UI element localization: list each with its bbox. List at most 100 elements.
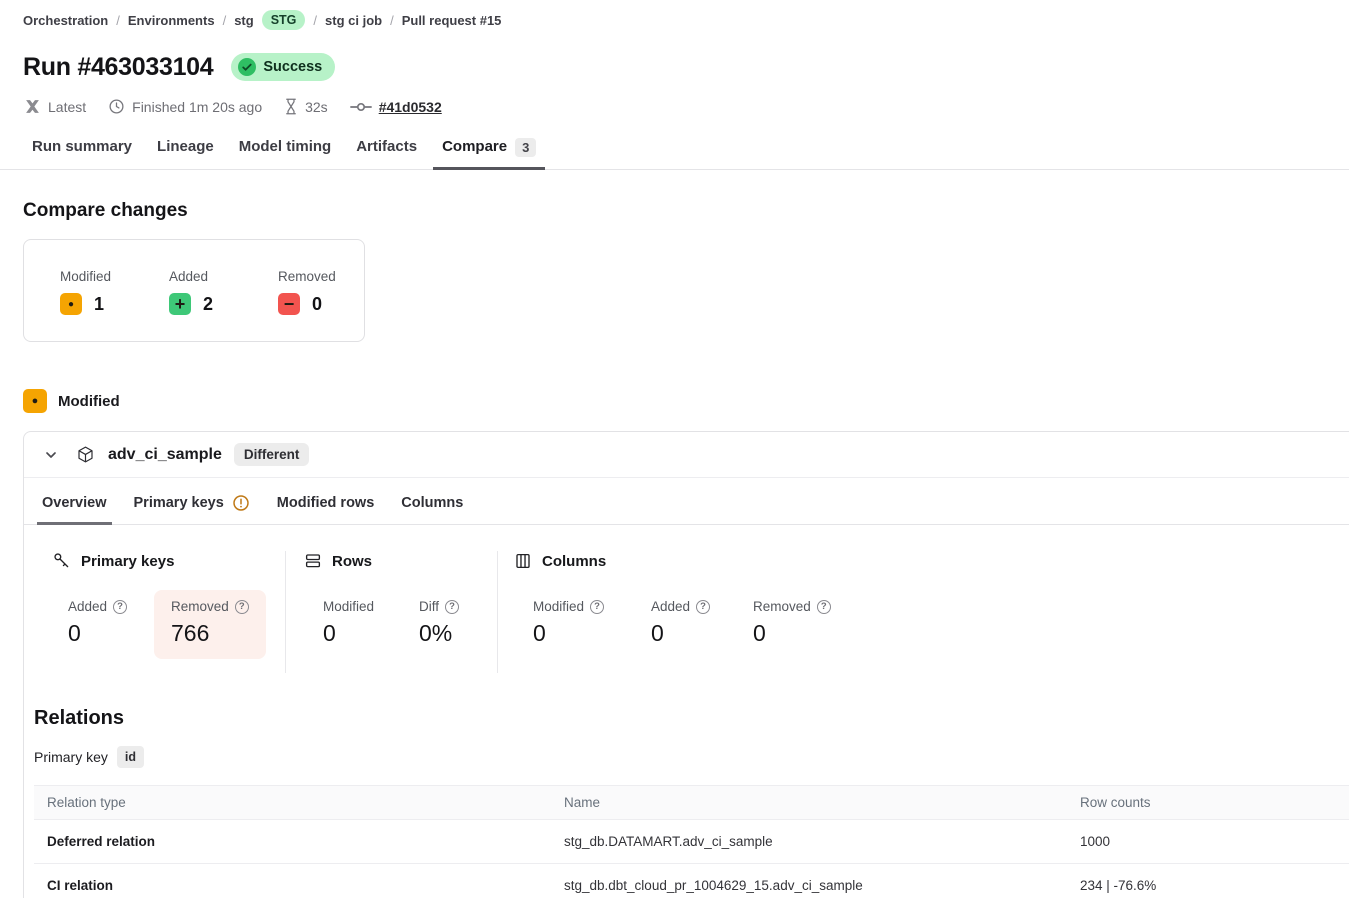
stat-value: 766	[171, 620, 210, 646]
breadcrumb-separator: /	[313, 12, 318, 28]
tab-label: Overview	[42, 495, 107, 511]
help-icon[interactable]: ?	[696, 599, 711, 614]
tab-lineage[interactable]: Lineage	[148, 137, 223, 169]
breadcrumb-job[interactable]: stg ci job	[325, 13, 382, 28]
stat-group-title: Primary keys	[81, 552, 175, 570]
tab-modified-rows[interactable]: Modified rows	[272, 493, 379, 524]
primary-key-badge: id	[116, 746, 145, 768]
changes-summary-card: Modified ● 1 Added + 2 Removed − 0	[23, 239, 365, 342]
breadcrumb-orchestration[interactable]: Orchestration	[23, 13, 108, 28]
dbt-latest-icon	[26, 100, 39, 113]
commit-link[interactable]: #41d0532	[379, 99, 442, 115]
added-count: 2	[203, 293, 214, 314]
relation-name-cell: stg_db.DATAMART.adv_ci_sample	[551, 819, 1067, 864]
tab-run-summary[interactable]: Run summary	[23, 137, 141, 169]
stat-value: 0	[68, 620, 81, 646]
clock-icon	[109, 99, 124, 114]
model-tabs: Overview Primary keys Modified rows Colu…	[24, 478, 1349, 525]
model-panel: adv_ci_sample Different Overview Primary…	[23, 431, 1349, 898]
page-title: Run #463033104	[23, 52, 214, 81]
modified-label: Modified	[60, 269, 112, 284]
environment-badge: STG	[261, 10, 306, 30]
warning-icon	[233, 495, 249, 511]
rows-diff-stat: Diff ? 0%	[419, 591, 460, 655]
rows-icon	[305, 554, 321, 568]
tab-label: Columns	[401, 495, 464, 511]
modified-summary: Modified ● 1	[60, 269, 146, 341]
relation-name-cell: stg_db.dbt_cloud_pr_1004629_15.adv_ci_sa…	[551, 863, 1067, 898]
stat-label: Added	[651, 599, 691, 614]
latest-indicator: Latest	[24, 98, 86, 115]
added-summary: Added + 2	[169, 269, 255, 341]
removed-count: 0	[312, 293, 323, 314]
status-badge: Success	[231, 53, 336, 81]
compare-changes-heading: Compare changes	[23, 200, 188, 221]
overview-stats: Primary keys Added ? 0 Removed ? 766 Row…	[24, 551, 1349, 673]
duration-label: 32s	[305, 98, 328, 115]
duration: 32s	[284, 98, 328, 115]
latest-label: Latest	[48, 98, 87, 115]
tab-compare[interactable]: Compare 3	[433, 137, 546, 170]
row-counts-cell: 1000	[1067, 819, 1349, 864]
modified-section-label: Modified	[58, 392, 120, 410]
stat-value: 0	[753, 620, 766, 646]
removed-label: Removed	[278, 269, 336, 284]
help-icon[interactable]: ?	[590, 599, 605, 614]
tab-model-timing[interactable]: Model timing	[230, 137, 341, 169]
columns-added-stat: Added ? 0	[651, 591, 713, 655]
columns-modified-stat: Modified ? 0	[533, 591, 611, 655]
compare-count-badge: 3	[515, 137, 537, 157]
help-icon[interactable]: ?	[113, 599, 128, 614]
breadcrumb-environments[interactable]: Environments	[128, 13, 215, 28]
breadcrumb-pull-request[interactable]: Pull request #15	[402, 13, 502, 28]
tab-label: Lineage	[157, 138, 214, 155]
tab-primary-keys[interactable]: Primary keys	[129, 493, 255, 524]
tab-overview[interactable]: Overview	[37, 493, 112, 525]
breadcrumb-separator: /	[116, 12, 120, 28]
tab-artifacts[interactable]: Artifacts	[347, 137, 426, 169]
collapse-button[interactable]	[41, 445, 61, 465]
modified-section-header: ● Modified	[23, 389, 1349, 413]
finished-time: Finished 1m 20s ago	[108, 98, 262, 115]
hourglass-icon	[286, 98, 296, 115]
tab-label: Primary keys	[133, 495, 224, 511]
table-row-ci-relation: CI relation stg_db.dbt_cloud_pr_1004629_…	[34, 863, 1349, 898]
help-icon[interactable]: ?	[445, 599, 460, 614]
finished-label: Finished 1m 20s ago	[132, 98, 263, 115]
primary-key-line: Primary key id	[34, 746, 1349, 768]
breadcrumb-separator: /	[390, 12, 394, 28]
added-label: Added	[169, 269, 209, 284]
relations-table: Relation type Name Row counts Deferred r…	[34, 785, 1349, 898]
breadcrumb-environment-stg[interactable]: stg	[234, 13, 254, 28]
modified-icon: ●	[60, 293, 82, 315]
model-panel-header: adv_ci_sample Different	[24, 432, 1349, 478]
tab-columns[interactable]: Columns	[396, 493, 468, 524]
primary-key-label: Primary key	[34, 749, 108, 765]
tab-label: Run summary	[32, 138, 133, 155]
model-cube-icon	[78, 446, 93, 463]
help-icon[interactable]: ?	[816, 599, 831, 614]
stat-group-title: Rows	[332, 552, 373, 570]
primary-keys-stat-group: Primary keys Added ? 0 Removed ? 766	[24, 551, 286, 673]
modified-section-icon: ●	[23, 389, 47, 413]
breadcrumb-separator: /	[222, 12, 227, 28]
run-tabs: Run summary Lineage Model timing Artifac…	[0, 137, 1349, 170]
key-icon	[54, 553, 69, 568]
added-icon: +	[169, 293, 191, 315]
rows-stat-group: Rows Modified 0 Diff ? 0%	[286, 551, 498, 673]
primary-keys-added-stat: Added ? 0	[68, 591, 138, 655]
stat-group-title: Columns	[542, 552, 607, 570]
columns-removed-stat: Removed ? 0	[753, 591, 831, 655]
relations-heading: Relations	[34, 707, 125, 729]
removed-summary: Removed − 0	[278, 269, 364, 341]
column-header-name: Name	[551, 785, 1067, 820]
run-meta: Latest Finished 1m 20s ago 32s #41d0532	[24, 97, 1349, 116]
help-icon[interactable]: ?	[234, 599, 249, 614]
tab-label: Modified rows	[276, 495, 375, 511]
stat-value: 0%	[419, 620, 453, 646]
run-header: Run #463033104 Success	[23, 49, 1349, 85]
rows-modified-stat: Modified 0	[323, 591, 379, 655]
check-circle-icon	[238, 58, 257, 76]
relation-type-cell: Deferred relation	[34, 819, 551, 864]
column-header-row-counts: Row counts	[1067, 785, 1349, 820]
